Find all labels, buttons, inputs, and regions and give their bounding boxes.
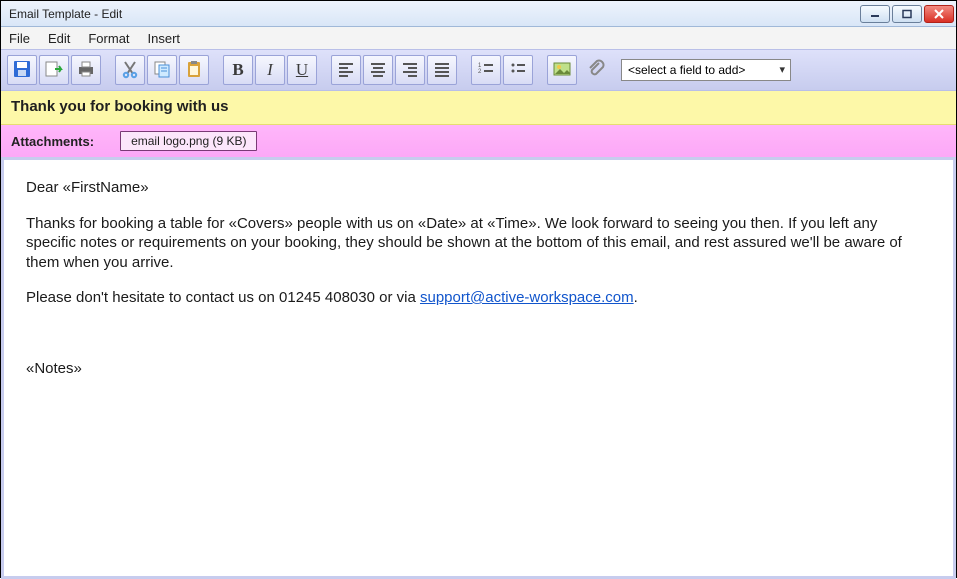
save-icon <box>12 59 32 82</box>
italic-button[interactable]: I <box>255 55 285 85</box>
body-para2: Please don't hesitate to contact us on 0… <box>26 288 931 308</box>
menu-format[interactable]: Format <box>88 31 129 46</box>
attachment-chip[interactable]: email logo.png (9 KB) <box>120 131 257 151</box>
save-button[interactable] <box>7 55 37 85</box>
numbered-list-icon: 12 <box>476 59 496 82</box>
italic-icon: I <box>267 60 273 80</box>
menu-file[interactable]: File <box>9 31 30 46</box>
cut-button[interactable] <box>115 55 145 85</box>
window-title: Email Template - Edit <box>9 7 858 21</box>
body-greeting: Dear «FirstName» <box>26 178 931 198</box>
save-next-button[interactable] <box>39 55 69 85</box>
window-close-button[interactable] <box>924 5 954 23</box>
align-center-icon <box>368 59 388 82</box>
support-email-link[interactable]: support@active-workspace.com <box>420 289 634 306</box>
menu-insert[interactable]: Insert <box>148 31 181 46</box>
menu-edit[interactable]: Edit <box>48 31 70 46</box>
body-wrap: Dear «FirstName» Thanks for booking a ta… <box>1 157 956 579</box>
underline-icon: U <box>296 60 308 80</box>
subject-text: Thank you for booking with us <box>11 98 229 115</box>
align-justify-button[interactable] <box>427 55 457 85</box>
underline-button[interactable]: U <box>287 55 317 85</box>
attach-icon <box>586 59 606 82</box>
insert-image-button[interactable] <box>547 55 577 85</box>
field-selector-dropdown[interactable]: <select a field to add> <box>621 59 791 81</box>
body-notes: «Notes» <box>26 359 931 379</box>
attachments-bar: Attachments: email logo.png (9 KB) <box>1 125 956 157</box>
copy-button[interactable] <box>147 55 177 85</box>
align-right-icon <box>400 59 420 82</box>
field-selector-label: <select a field to add> <box>628 63 745 77</box>
print-icon <box>76 59 96 82</box>
attach-button[interactable] <box>581 55 611 85</box>
bullet-list-icon <box>508 59 528 82</box>
bullet-list-button[interactable] <box>503 55 533 85</box>
window-maximize-button[interactable] <box>892 5 922 23</box>
toolbar: B I U 12 <select a field to add> <box>1 49 956 91</box>
paste-button[interactable] <box>179 55 209 85</box>
copy-icon <box>152 59 172 82</box>
email-body-editor[interactable]: Dear «FirstName» Thanks for booking a ta… <box>4 160 953 576</box>
cut-icon <box>120 59 140 82</box>
align-left-icon <box>336 59 356 82</box>
body-para1: Thanks for booking a table for «Covers» … <box>26 214 931 273</box>
bold-button[interactable]: B <box>223 55 253 85</box>
menu-bar: File Edit Format Insert <box>1 27 956 49</box>
window-minimize-button[interactable] <box>860 5 890 23</box>
align-left-button[interactable] <box>331 55 361 85</box>
svg-text:2: 2 <box>478 69 482 75</box>
align-justify-icon <box>432 59 452 82</box>
save-next-icon <box>44 59 64 82</box>
subject-bar[interactable]: Thank you for booking with us <box>1 91 956 125</box>
align-right-button[interactable] <box>395 55 425 85</box>
paste-icon <box>184 59 204 82</box>
attachments-label: Attachments: <box>11 134 94 149</box>
image-icon <box>552 59 572 82</box>
bold-icon: B <box>232 60 243 80</box>
numbered-list-button[interactable]: 12 <box>471 55 501 85</box>
window-titlebar: Email Template - Edit <box>1 1 956 27</box>
align-center-button[interactable] <box>363 55 393 85</box>
print-button[interactable] <box>71 55 101 85</box>
